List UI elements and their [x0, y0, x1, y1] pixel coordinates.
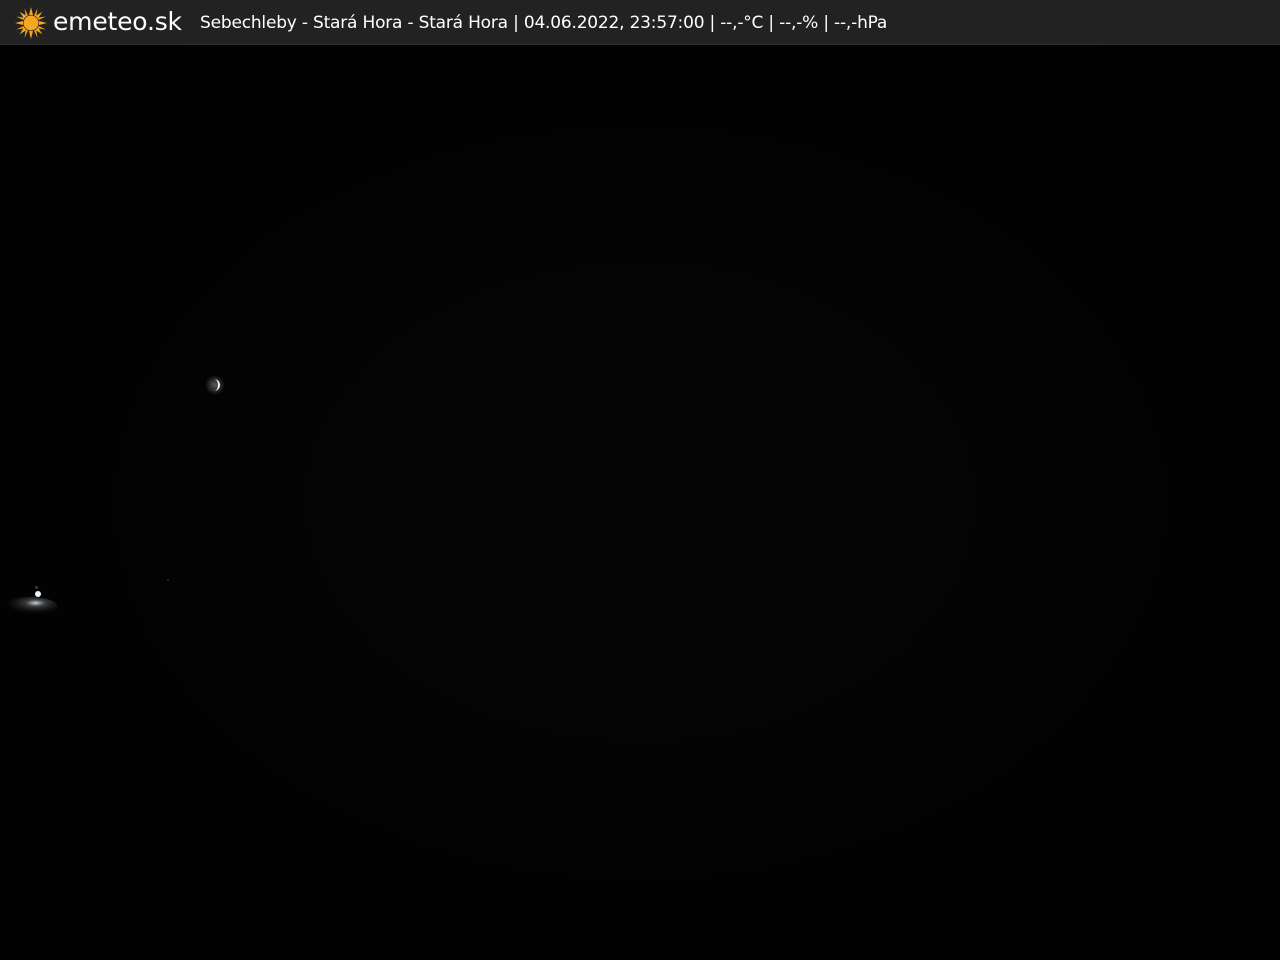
moon-icon: [205, 375, 225, 395]
dim-light: [35, 586, 38, 589]
night-sky-scene: [0, 45, 1280, 960]
distant-light: [2, 591, 58, 617]
sun-icon: [15, 7, 47, 39]
overlay-header-bar: emeteo.sk Sebechleby - Stará Hora - Star…: [0, 0, 1280, 45]
weather-status-line: Sebechleby - Stará Hora - Stará Hora | 0…: [200, 13, 888, 33]
webcam-frame: emeteo.sk Sebechleby - Stará Hora - Star…: [0, 0, 1280, 960]
brand-name: emeteo.sk: [53, 7, 182, 36]
dim-light: [167, 579, 169, 581]
